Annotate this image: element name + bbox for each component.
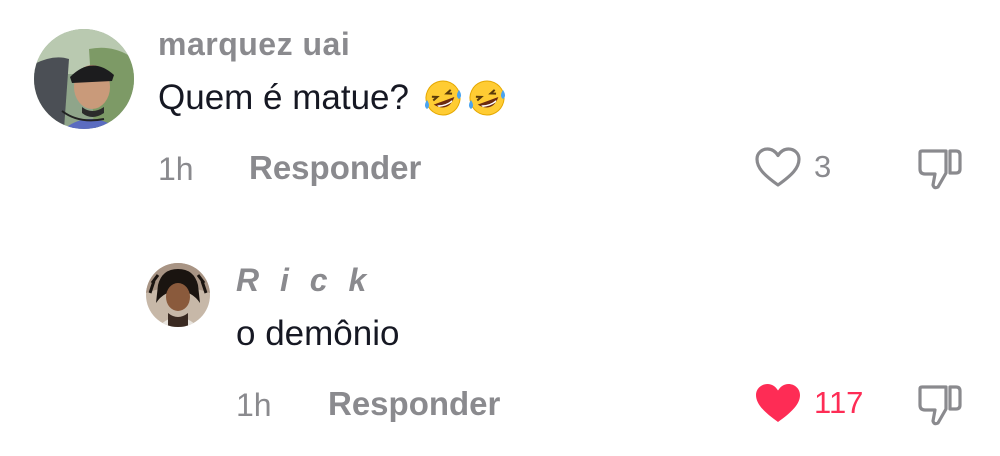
reply-text: o demônio	[236, 314, 400, 353]
comments-thread: marquez uai Quem é matue? 1h Responder 3…	[0, 0, 1000, 456]
avatar[interactable]	[34, 29, 134, 129]
laughing-emoji-icon	[423, 78, 463, 118]
thumbs-down-icon	[918, 385, 962, 426]
reply-button[interactable]: Responder	[328, 385, 500, 423]
dislike-button[interactable]	[916, 381, 964, 427]
heart-outline-icon	[755, 147, 801, 187]
dislike-button[interactable]	[916, 145, 964, 191]
like-count: 3	[814, 149, 832, 184]
reply-username[interactable]: R i c k	[236, 262, 372, 299]
heart-filled-icon	[756, 384, 800, 422]
reply-button[interactable]: Responder	[249, 149, 421, 187]
reply-timestamp: 1h	[236, 387, 272, 423]
avatar-image	[34, 29, 134, 129]
avatar-image	[146, 263, 210, 327]
thumbs-down-icon	[918, 149, 962, 190]
reply-avatar[interactable]	[146, 263, 210, 327]
comment-body: Quem é matue?	[158, 78, 409, 117]
comment-username[interactable]: marquez uai	[158, 26, 350, 63]
like-button[interactable]: 3	[754, 145, 831, 189]
comment-text: Quem é matue?	[158, 74, 507, 122]
like-count: 117	[814, 385, 864, 420]
like-button-liked[interactable]: 117	[754, 381, 863, 425]
comment-timestamp: 1h	[158, 151, 194, 187]
laughing-emoji-icon	[467, 78, 507, 118]
